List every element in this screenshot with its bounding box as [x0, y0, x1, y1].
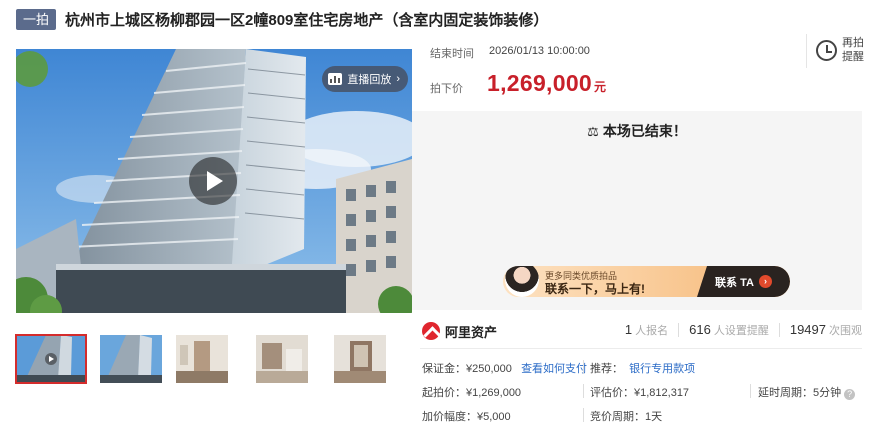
thumbnail-1[interactable]: [15, 334, 87, 384]
divider: [583, 384, 584, 398]
recommend-row: 推荐： 银行专用款项: [590, 360, 695, 376]
avatar: [505, 266, 539, 297]
deposit-row: 保证金：¥250,000 查看如何支付: [422, 360, 587, 376]
contact-button[interactable]: 联系 TA ›: [697, 266, 790, 297]
price-unit: 元: [594, 80, 607, 94]
thumbnail-3[interactable]: [176, 335, 228, 383]
thumbnail-image: [100, 335, 162, 383]
page-title: 杭州市上城区杨柳郡园一区2幢809室住宅房地产（含室内固定装饰装修）: [65, 11, 549, 29]
bidding-period: 竞价周期：1天: [590, 411, 663, 423]
play-icon: [207, 171, 223, 191]
auction-summary: 结束时间 2026/01/13 10:00:00 拍下价 1,269,000 元: [412, 34, 862, 110]
live-replay-button[interactable]: 直播回放 ›: [322, 66, 408, 92]
contact-promo-banner[interactable]: 更多同类优质拍品 联系一下，马上有! 联系 TA ›: [503, 266, 790, 297]
title-row: 一拍 杭州市上城区杨柳郡园一区2幢809室住宅房地产（含室内固定装饰装修）: [16, 8, 548, 30]
auction-status-text: 本场已结束！: [602, 123, 687, 139]
registration-count: 1: [624, 322, 633, 337]
round-badge: 一拍: [16, 8, 57, 30]
how-to-pay-link[interactable]: 查看如何支付: [521, 363, 587, 375]
reminder-count-label: 人设置提醒: [713, 325, 769, 337]
reauction-reminder-button[interactable]: 再拍 提醒: [806, 34, 864, 68]
chevron-right-icon: ›: [396, 73, 400, 85]
help-icon[interactable]: ?: [844, 389, 856, 400]
thumbnail-strip: [15, 334, 412, 384]
contact-button-label: 联系 TA: [715, 276, 754, 289]
arrow-right-icon: ›: [758, 275, 772, 288]
chart-bars-icon: [328, 73, 343, 85]
divider: [583, 360, 584, 374]
end-time-value: 2026/01/13 10:00:00: [489, 45, 590, 57]
divider: [750, 384, 751, 398]
main-image[interactable]: 直播回放 ›: [16, 49, 412, 313]
bid-increment: 加价幅度：¥5,000: [422, 411, 511, 423]
reminder-label-line-1: 再拍: [842, 37, 864, 49]
sale-price: 1,269,000: [487, 70, 593, 96]
thumbnail-image: [334, 335, 386, 383]
divider: [778, 323, 780, 337]
play-button[interactable]: [189, 157, 237, 205]
view-count: 19497: [789, 322, 826, 337]
thumbnail-4[interactable]: [256, 335, 308, 383]
price-label: 拍下价: [430, 83, 463, 95]
recommend-label: 推荐：: [590, 363, 623, 375]
divider: [678, 323, 680, 337]
alarm-clock-icon: [816, 40, 837, 61]
divider: [420, 348, 862, 349]
brand[interactable]: 阿里资产: [422, 320, 497, 342]
thumbnail-5[interactable]: [334, 335, 386, 383]
end-time-label: 结束时间: [430, 48, 474, 60]
gavel-icon: ⚖: [587, 124, 599, 139]
thumbnail-image: [256, 335, 308, 383]
appraisal-price: 评估价：¥1,812,317: [590, 387, 690, 399]
view-count-label: 次围观: [829, 325, 862, 337]
delay-period: 延时周期：5分钟: [758, 387, 842, 399]
delay-period-row: 延时周期：5分钟?: [758, 384, 856, 400]
auction-stats: 1 人报名 616 人设置提醒 19497 次围观: [625, 322, 862, 338]
divider: [583, 408, 584, 422]
thumbnail-image: [16, 335, 86, 383]
reminder-count: 616: [689, 322, 711, 337]
reminder-label: 再拍 提醒: [842, 36, 866, 64]
start-price: 起拍价：¥1,269,000: [422, 387, 522, 399]
live-replay-label: 直播回放: [347, 74, 392, 86]
promo-title: 联系一下，马上有!: [545, 282, 645, 296]
auction-status: ⚖ 本场已结束！: [412, 121, 862, 141]
deposit-value: 保证金：¥250,000: [422, 363, 512, 375]
registration-label: 人报名: [635, 325, 669, 337]
bank-special-funds-link[interactable]: 银行专用款项: [629, 363, 695, 375]
reminder-label-line-2: 提醒: [842, 51, 864, 63]
status-panel: ⚖ 本场已结束！: [412, 111, 862, 255]
ali-assets-logo-icon: [422, 322, 440, 340]
thumbnail-2[interactable]: [100, 335, 162, 383]
promo-area: 更多同类优质拍品 联系一下，马上有! 联系 TA ›: [412, 255, 862, 310]
thumbnail-image: [176, 335, 228, 383]
brand-name: 阿里资产: [445, 324, 498, 340]
